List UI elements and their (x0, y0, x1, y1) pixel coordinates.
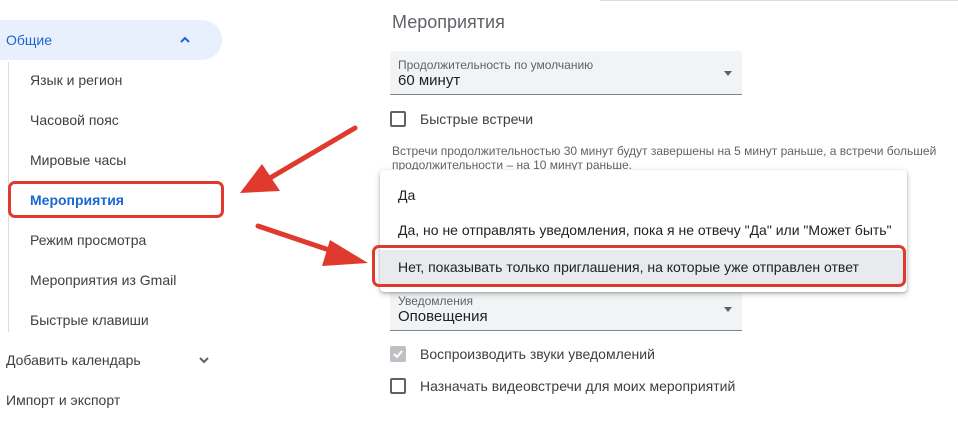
video-meetings-checkbox[interactable] (390, 378, 406, 394)
sidebar-item-gmail-events[interactable]: Мероприятия из Gmail (30, 268, 176, 292)
sidebar-item-shortcuts[interactable]: Быстрые клавиши (30, 308, 149, 332)
notifications-label: Уведомления (398, 294, 474, 308)
play-sounds-label: Воспроизводить звуки уведомлений (420, 346, 655, 362)
sidebar-item-general[interactable]: Общие (0, 20, 222, 60)
default-duration-label: Продолжительность по умолчанию (398, 58, 594, 72)
checkmark-icon (393, 350, 403, 359)
sidebar-item-world-clock[interactable]: Мировые часы (30, 148, 126, 172)
sidebar-item-general-label: Общие (6, 32, 53, 48)
video-meetings-row: Назначать видеовстречи для моих мероприя… (390, 375, 735, 397)
chevron-down-icon (199, 357, 209, 364)
fast-meetings-helper-text: Встречи продолжительностью 30 минут буду… (392, 144, 937, 170)
sidebar-item-view-mode[interactable]: Режим просмотра (30, 228, 146, 252)
dropdown-option-yes[interactable]: Да (380, 178, 907, 212)
sidebar-item-import-export[interactable]: Импорт и экспорт (6, 388, 120, 412)
play-sounds-row: Воспроизводить звуки уведомлений (390, 343, 655, 365)
video-meetings-label: Назначать видеовстречи для моих мероприя… (420, 378, 736, 394)
default-duration-value: 60 минут (398, 72, 461, 89)
default-duration-select[interactable]: Продолжительность по умолчанию 60 минут (390, 51, 742, 95)
sidebar-item-add-calendar[interactable]: Добавить календарь (6, 348, 209, 372)
fast-meetings-row: Быстрые встречи (390, 108, 533, 130)
fast-meetings-label: Быстрые встречи (420, 111, 534, 127)
chevron-up-icon (180, 36, 190, 43)
notifications-value: Оповещения (398, 308, 488, 325)
dropdown-arrow-icon (724, 307, 732, 312)
fast-meetings-checkbox[interactable] (390, 111, 406, 127)
sidebar-item-language[interactable]: Язык и регион (30, 68, 122, 92)
play-sounds-checkbox[interactable] (390, 346, 406, 362)
sidebar-item-add-calendar-label: Добавить календарь (6, 352, 141, 368)
dropdown-arrow-icon (724, 71, 732, 76)
annotation-highlight-events (8, 181, 224, 218)
annotation-arrow-left (240, 125, 358, 193)
dropdown-option-yes-no-notify[interactable]: Да, но не отправлять уведомления, пока я… (380, 213, 907, 247)
annotation-arrow-right (255, 223, 368, 266)
sidebar-item-timezone[interactable]: Часовой пояс (30, 108, 119, 132)
top-divider (600, 0, 958, 1)
notifications-select[interactable]: Уведомления Оповещения (390, 287, 742, 331)
annotation-highlight-option (372, 245, 906, 287)
section-title: Мероприятия (392, 12, 505, 32)
settings-sidebar: Общие Язык и регион Часовой пояс Мировые… (0, 0, 250, 430)
